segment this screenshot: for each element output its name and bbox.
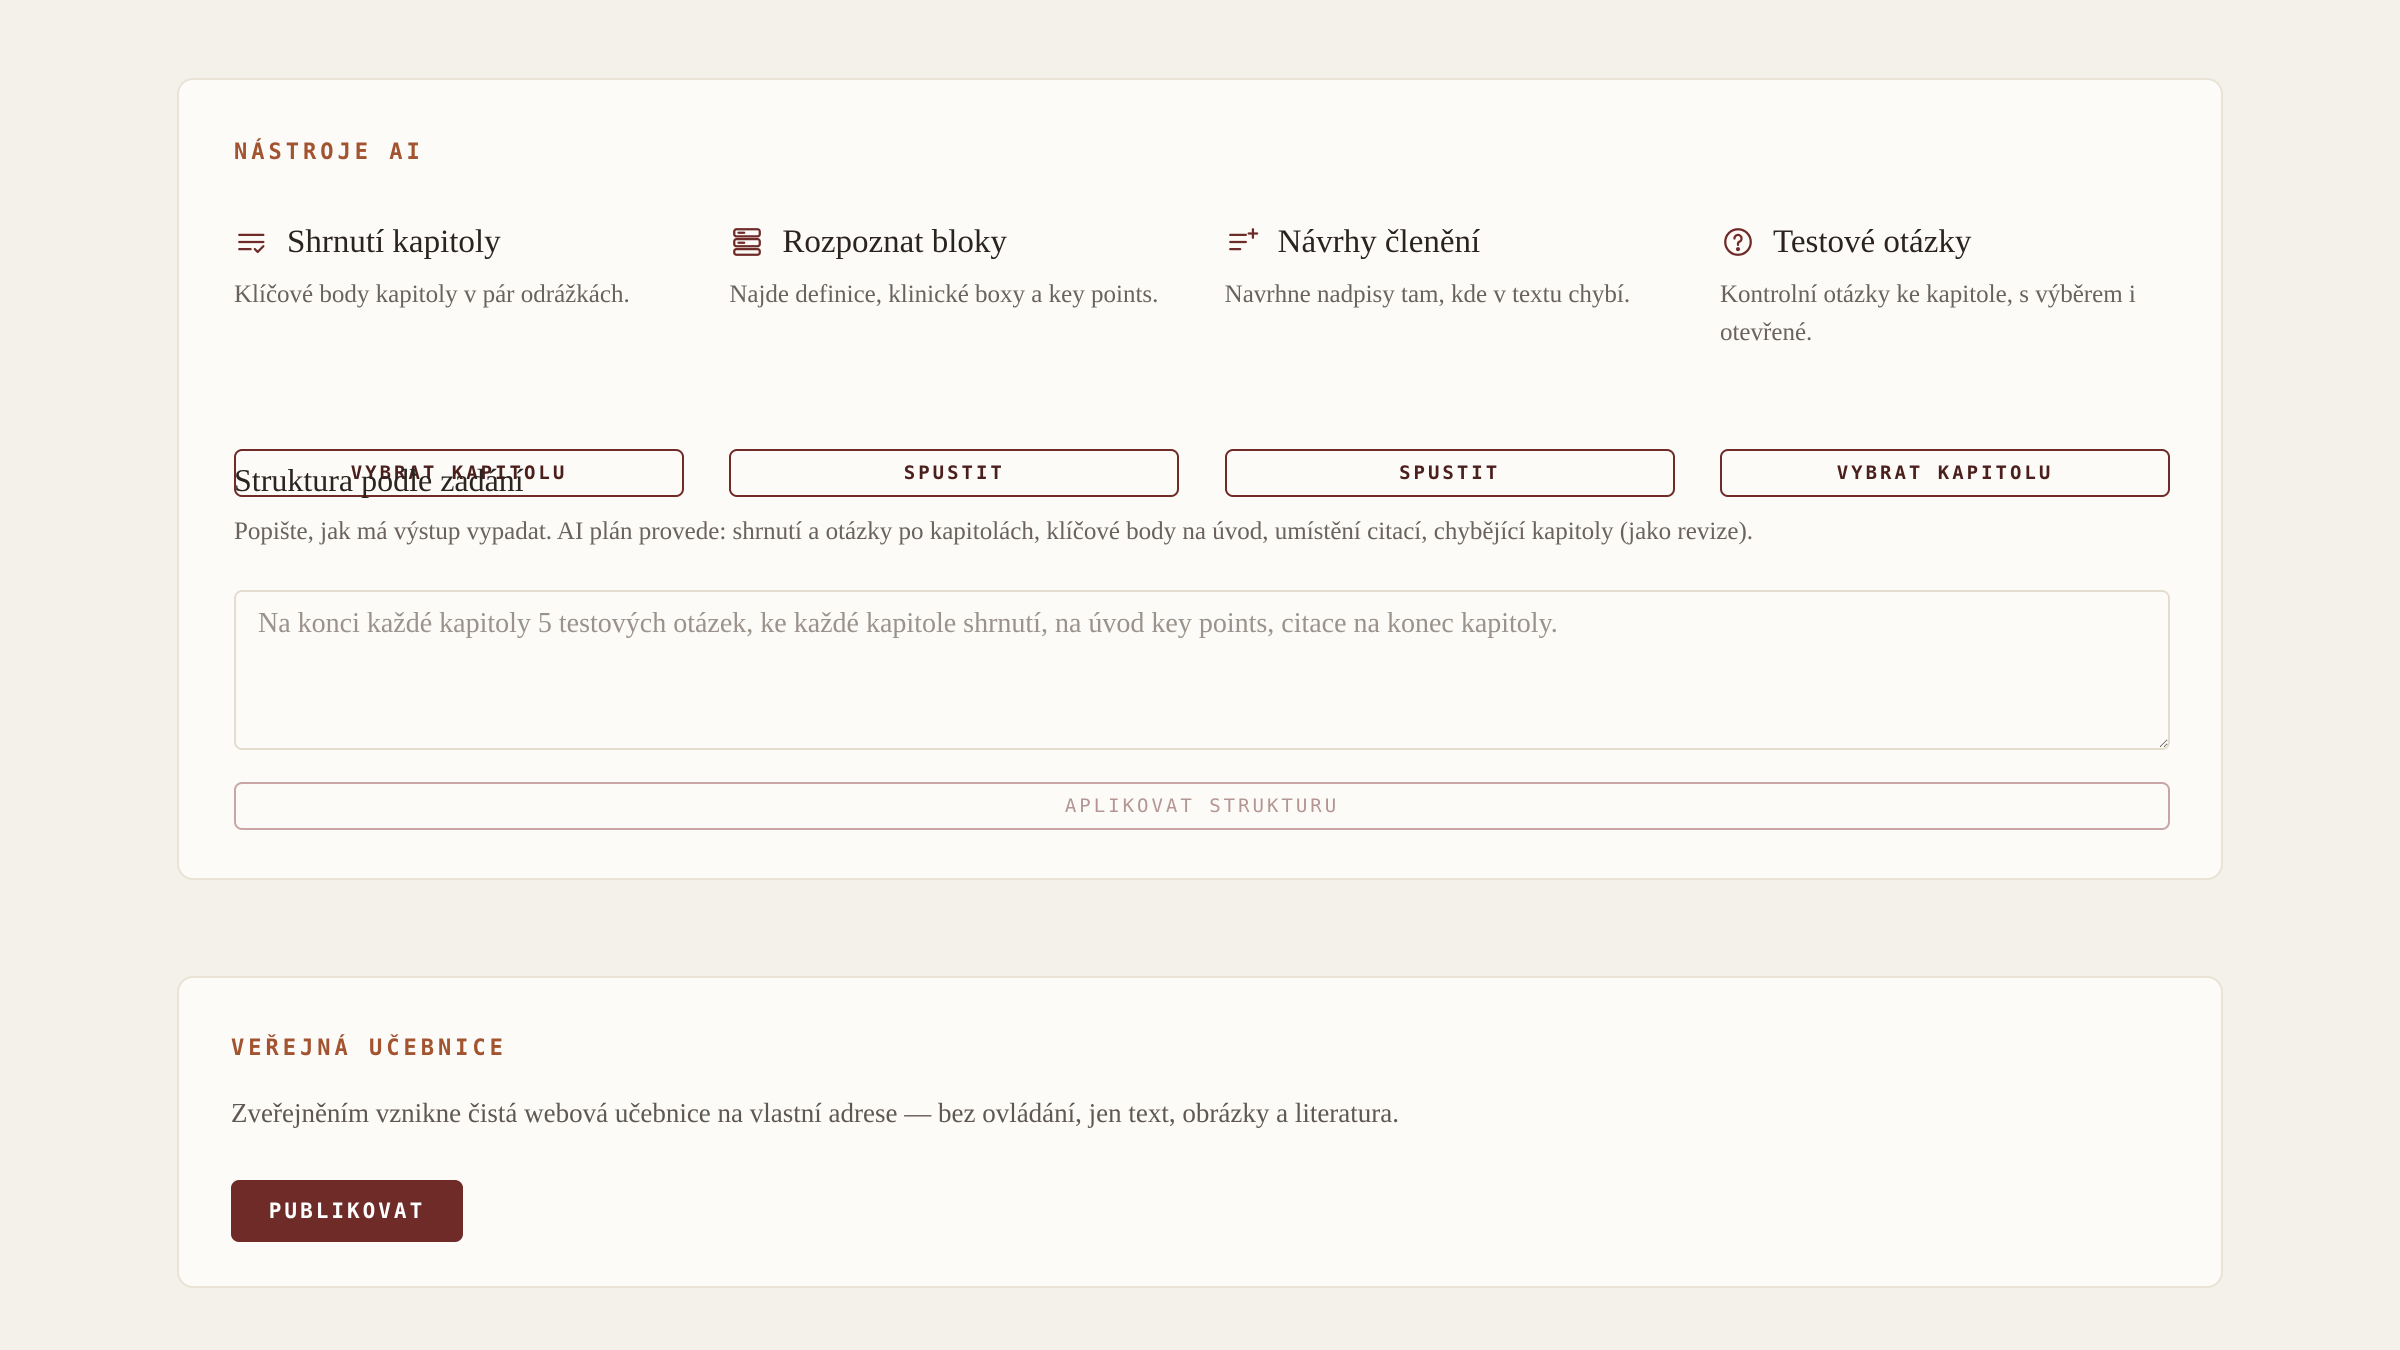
ai-tools-card: NÁSTROJE AI Shrnutí kapitoly Klíčové bod…: [177, 78, 2223, 880]
ai-tools-grid: Shrnutí kapitoly Klíčové body kapitoly v…: [234, 220, 2170, 497]
blocks-icon: [729, 224, 765, 260]
tool-title: Shrnutí kapitoly: [287, 223, 501, 260]
tool-title: Rozpoznat bloky: [782, 223, 1007, 260]
question-circle-icon: [1720, 224, 1756, 260]
tool-chapter-summary: Shrnutí kapitoly Klíčové body kapitoly v…: [234, 220, 684, 497]
public-textbook-heading: VEŘEJNÁ UČEBNICE: [231, 1036, 507, 1061]
summary-list-icon: [234, 224, 270, 260]
tool-detect-blocks: Rozpoznat bloky Najde definice, klinické…: [729, 220, 1180, 497]
outline-add-icon: [1225, 224, 1261, 260]
ai-tools-heading: NÁSTROJE AI: [234, 140, 424, 165]
structure-description: Popište, jak má výstup vypadat. AI plán …: [234, 518, 1754, 545]
public-textbook-card: VEŘEJNÁ UČEBNICE Zveřejněním vznikne čis…: [177, 976, 2223, 1288]
tool-test-questions: Testové otázky Kontrolní otázky ke kapit…: [1719, 220, 2170, 497]
publish-button[interactable]: PUBLIKOVAT: [231, 1180, 463, 1242]
tool-description: Navrhne nadpisy tam, kde v textu chybí.: [1224, 281, 1631, 308]
tool-description: Najde definice, klinické boxy a key poin…: [729, 281, 1159, 308]
tool-title: Testové otázky: [1772, 223, 1972, 260]
run-outline-suggestions-button[interactable]: SPUSTIT: [1224, 449, 1675, 497]
tool-title: Návrhy členění: [1277, 223, 1481, 260]
select-chapter-questions-button[interactable]: VYBRAT KAPITOLU: [1719, 449, 2170, 497]
tool-outline-suggestions: Návrhy členění Navrhne nadpisy tam, kde …: [1224, 220, 1675, 497]
structure-input[interactable]: [234, 590, 2170, 750]
tool-description: Kontrolní otázky ke kapitole, s výběrem …: [1719, 281, 2136, 346]
run-detect-blocks-button[interactable]: SPUSTIT: [729, 449, 1180, 497]
publish-description: Zveřejněním vznikne čistá webová učebnic…: [231, 1098, 1400, 1128]
tool-description: Klíčové body kapitoly v pár odrážkách.: [234, 281, 630, 308]
apply-structure-button[interactable]: APLIKOVAT STRUKTURU: [234, 782, 2170, 830]
structure-title: Struktura podle zadání: [234, 462, 524, 498]
